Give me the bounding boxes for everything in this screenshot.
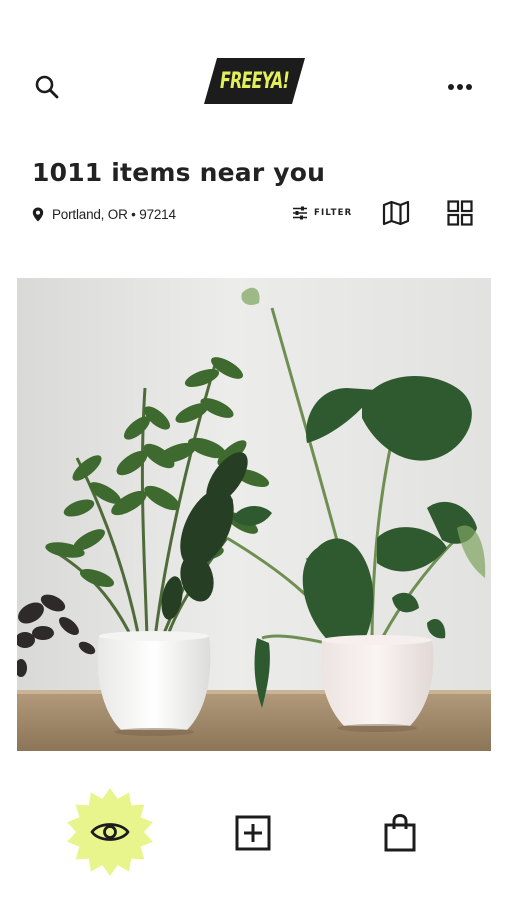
- map-icon: [382, 200, 410, 226]
- item-photo[interactable]: [17, 278, 491, 751]
- search-button[interactable]: [30, 70, 64, 104]
- more-horizontal-icon: [448, 84, 472, 90]
- search-icon: [35, 75, 59, 99]
- grid-icon: [447, 200, 473, 226]
- shopping-bag-icon: [384, 814, 416, 852]
- filter-label: FILTER: [314, 208, 353, 218]
- nav-add-item-button[interactable]: [230, 810, 276, 856]
- nav-bag-button[interactable]: [378, 810, 422, 856]
- more-options-button[interactable]: [442, 72, 478, 102]
- location-pin-icon: [32, 207, 44, 221]
- filter-button[interactable]: FILTER: [292, 201, 352, 225]
- app-logo: FREEYA!: [203, 56, 306, 106]
- map-view-button[interactable]: [380, 198, 412, 228]
- location-label: Portland, OR • 97214: [52, 206, 176, 222]
- filter-sliders-icon: [293, 206, 307, 220]
- plus-square-icon: [235, 815, 271, 851]
- page-title: 1011 items near you: [32, 158, 326, 187]
- eye-icon: [90, 823, 130, 841]
- location-selector[interactable]: Portland, OR • 97214: [32, 203, 176, 225]
- nav-browse-button[interactable]: [64, 786, 156, 878]
- grid-view-button[interactable]: [444, 198, 476, 228]
- logo-text: FREEYA!: [219, 68, 290, 94]
